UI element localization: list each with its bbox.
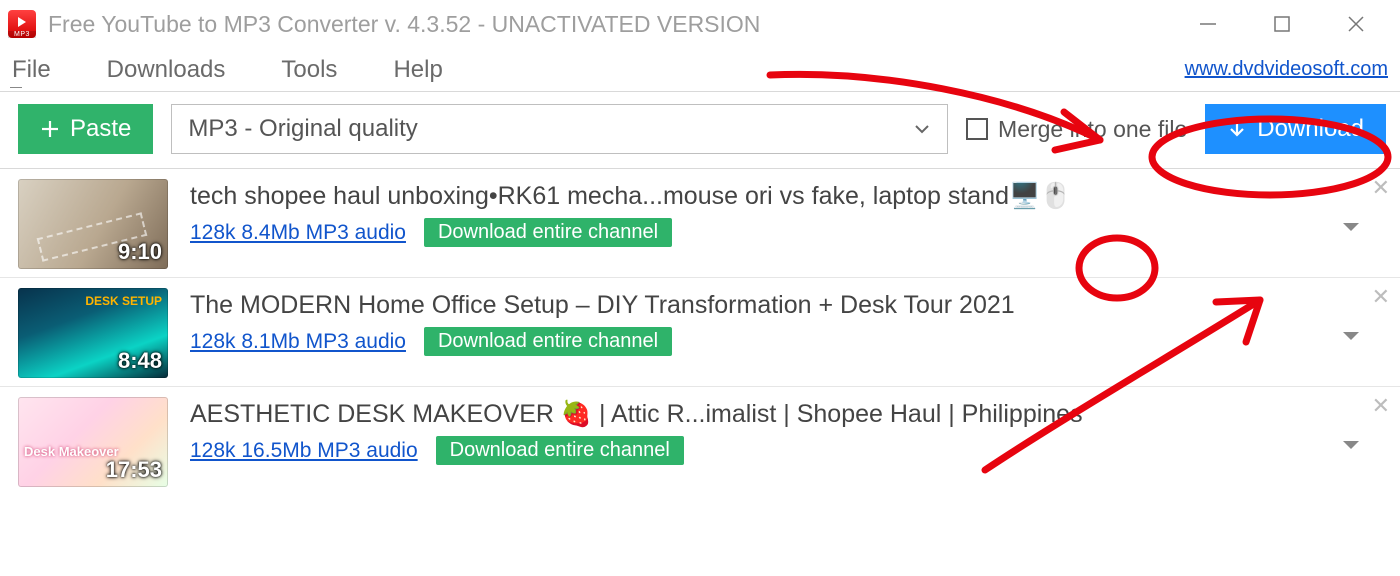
maximize-button[interactable]: [1270, 12, 1294, 36]
app-icon: [8, 10, 36, 38]
menu-downloads[interactable]: Downloads: [107, 56, 226, 84]
plus-icon: [40, 119, 60, 139]
list-item: 9:10 tech shopee haul unboxing•RK61 mech…: [0, 169, 1400, 278]
merge-checkbox[interactable]: Merge into one file: [966, 116, 1187, 143]
channel-badge[interactable]: Download entire channel: [424, 327, 672, 356]
video-duration: 17:53: [106, 457, 162, 483]
window-title: Free YouTube to MP3 Converter v. 4.3.52 …: [48, 11, 760, 38]
checkbox-icon: [966, 118, 988, 140]
title-bar: Free YouTube to MP3 Converter v. 4.3.52 …: [0, 0, 1400, 48]
quality-select[interactable]: MP3 - Original quality: [171, 104, 948, 154]
video-thumbnail[interactable]: 17:53: [18, 397, 168, 487]
channel-badge[interactable]: Download entire channel: [436, 436, 684, 465]
download-button-label: Download: [1257, 115, 1364, 143]
menu-bar: File Downloads Tools Help www.dvdvideoso…: [0, 48, 1400, 92]
remove-item-button[interactable]: ✕: [1372, 177, 1390, 199]
channel-badge[interactable]: Download entire channel: [424, 218, 672, 247]
audio-info-link[interactable]: 128k 8.4Mb MP3 audio: [190, 221, 406, 245]
download-item-button[interactable]: [1336, 431, 1366, 461]
menu-file[interactable]: File: [12, 56, 51, 84]
list-item: 17:53 AESTHETIC DESK MAKEOVER 🍓 | Attic …: [0, 387, 1400, 495]
audio-info-link[interactable]: 128k 16.5Mb MP3 audio: [190, 439, 418, 463]
remove-item-button[interactable]: ✕: [1372, 286, 1390, 308]
video-duration: 8:48: [118, 348, 162, 374]
remove-item-button[interactable]: ✕: [1372, 395, 1390, 417]
paste-button-label: Paste: [70, 115, 131, 143]
list-item: 8:48 The MODERN Home Office Setup – DIY …: [0, 278, 1400, 387]
download-item-button[interactable]: [1336, 322, 1366, 352]
video-thumbnail[interactable]: 8:48: [18, 288, 168, 378]
video-title: tech shopee haul unboxing•RK61 mecha...m…: [190, 181, 1316, 212]
menu-tools[interactable]: Tools: [281, 56, 337, 84]
video-title: AESTHETIC DESK MAKEOVER 🍓 | Attic R...im…: [190, 399, 1316, 430]
site-link[interactable]: www.dvdvideosoft.com: [1185, 58, 1388, 81]
menu-help[interactable]: Help: [393, 56, 442, 84]
video-duration: 9:10: [118, 239, 162, 265]
video-thumbnail[interactable]: 9:10: [18, 179, 168, 269]
download-item-button[interactable]: [1336, 213, 1366, 243]
merge-label: Merge into one file: [998, 116, 1187, 143]
download-arrow-icon: [1227, 119, 1247, 139]
paste-button[interactable]: Paste: [18, 104, 153, 154]
download-button[interactable]: Download: [1205, 104, 1386, 154]
close-button[interactable]: [1344, 12, 1368, 36]
video-title: The MODERN Home Office Setup – DIY Trans…: [190, 290, 1316, 321]
quality-selected-label: MP3 - Original quality: [188, 115, 417, 143]
minimize-button[interactable]: [1196, 12, 1220, 36]
audio-info-link[interactable]: 128k 8.1Mb MP3 audio: [190, 330, 406, 354]
toolbar: Paste MP3 - Original quality Merge into …: [0, 92, 1400, 169]
chevron-down-icon: [913, 120, 931, 138]
